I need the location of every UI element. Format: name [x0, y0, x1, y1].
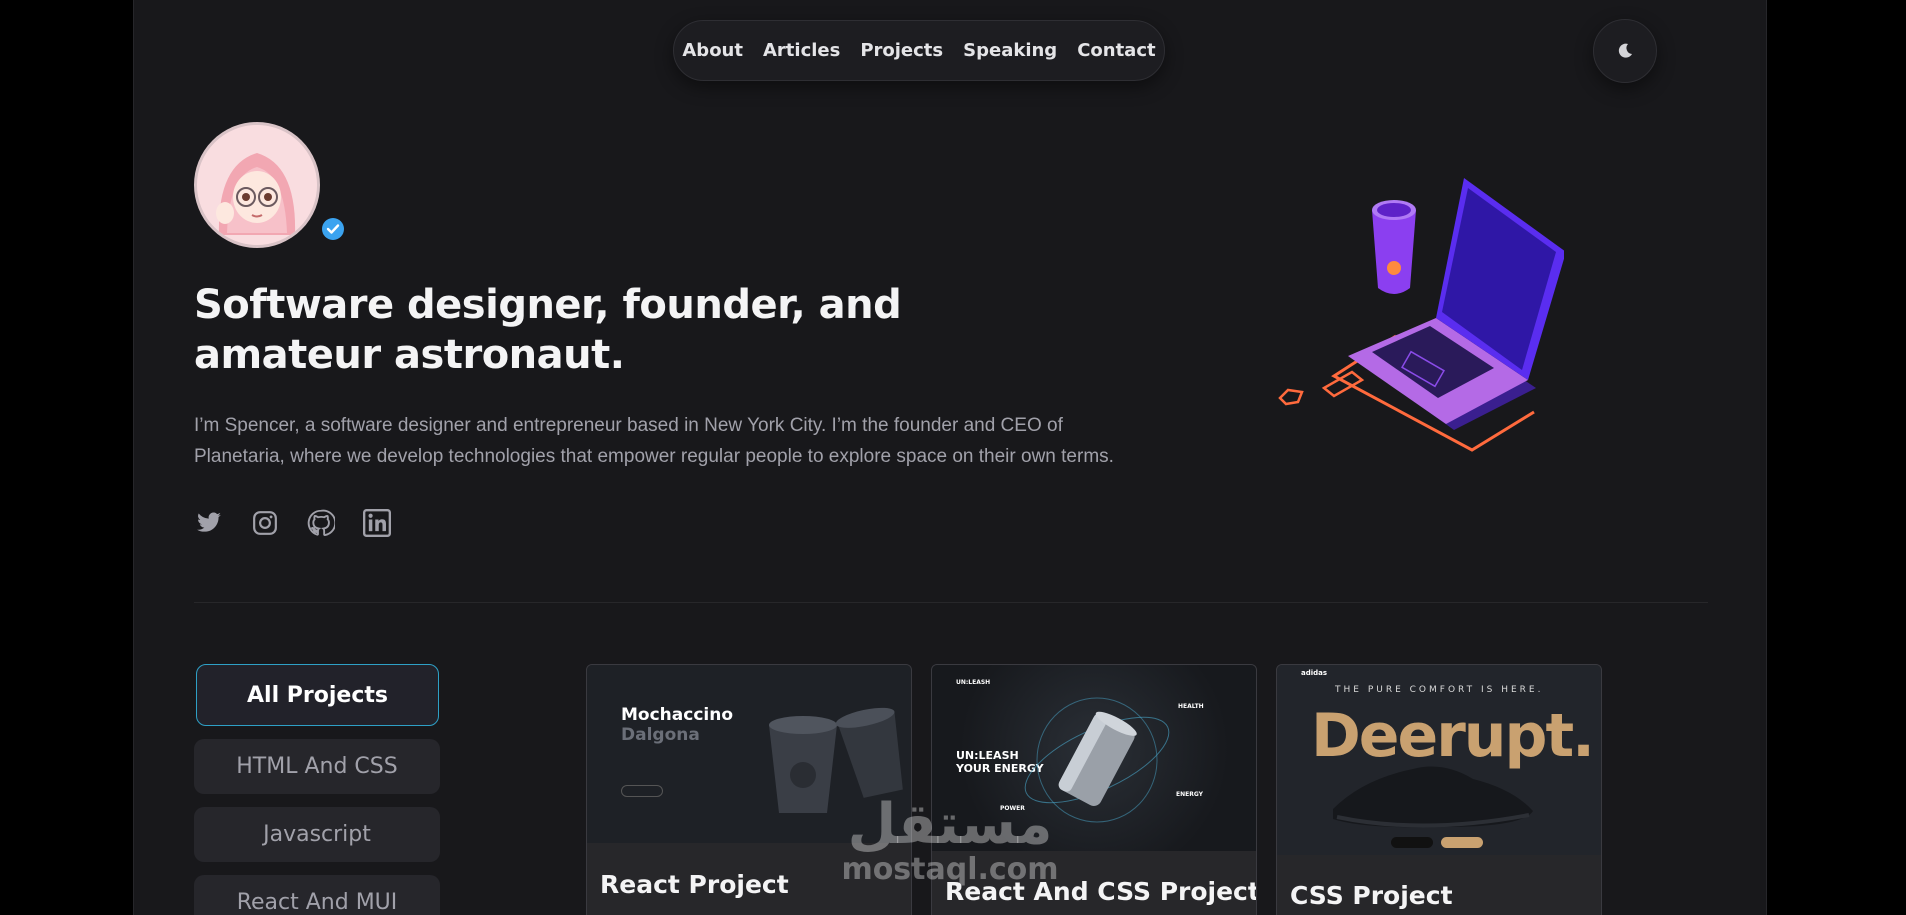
- project-filters: All Projects HTML And CSS Javascript Rea…: [194, 664, 440, 915]
- thumb-brand: adidas: [1301, 669, 1328, 677]
- page-container: About Articles Projects Speaking Contact…: [133, 0, 1767, 915]
- github-icon[interactable]: [306, 508, 336, 538]
- thumb-brand: UN:LEASH: [956, 679, 991, 686]
- hero-headline: Software designer, founder, and amateur …: [194, 282, 902, 378]
- thumb-button-gold: [1441, 837, 1483, 848]
- verified-badge-icon: [322, 218, 344, 240]
- social-links: [194, 508, 392, 538]
- thumb-tagline: THE PURE COMFORT IS HERE.: [1335, 685, 1544, 695]
- thumb-heading-1: Mochaccino: [621, 705, 734, 725]
- linkedin-icon[interactable]: [362, 508, 392, 538]
- nav-contact[interactable]: Contact: [1077, 40, 1155, 61]
- filter-react-mui[interactable]: React And MUI: [194, 875, 440, 915]
- project-card-css[interactable]: adidas THE PURE COMFORT IS HERE. Deerupt…: [1276, 664, 1602, 915]
- filter-all-projects[interactable]: All Projects: [196, 664, 439, 726]
- nav-projects[interactable]: Projects: [860, 40, 943, 61]
- nav-about[interactable]: About: [682, 40, 743, 61]
- main-nav: About Articles Projects Speaking Contact: [673, 20, 1165, 81]
- laptop-illustration: [1278, 178, 1564, 452]
- nav-articles[interactable]: Articles: [763, 40, 840, 61]
- project-title: CSS Project: [1290, 881, 1453, 910]
- avatar: [194, 122, 320, 248]
- coffee-cups-image: [769, 707, 903, 813]
- project-card-react[interactable]: Mochaccino Dalgona React Project: [586, 664, 912, 915]
- energy-can-image: [1024, 697, 1170, 823]
- nav-speaking[interactable]: Speaking: [963, 40, 1057, 61]
- project-title: React Project: [600, 870, 789, 899]
- thumb-cta-pill: [621, 785, 663, 797]
- hero-bio: I’m Spencer, a software designer and ent…: [194, 415, 1114, 467]
- project-thumbnail: UN:LEASH UN:LEASH YOUR ENERGY HEALTH POW…: [932, 665, 1256, 851]
- project-thumbnail: adidas THE PURE COMFORT IS HERE. Deerupt…: [1277, 665, 1601, 855]
- thumb-heading-2: Dalgona: [621, 725, 700, 745]
- moon-icon: [1618, 43, 1632, 58]
- instagram-icon[interactable]: [250, 508, 280, 538]
- section-divider: [194, 602, 1708, 603]
- filter-javascript[interactable]: Javascript: [194, 807, 440, 862]
- thumb-button-dark: [1391, 837, 1433, 848]
- theme-toggle-button[interactable]: [1593, 19, 1657, 83]
- project-thumbnail: Mochaccino Dalgona: [587, 665, 911, 843]
- project-card-react-css[interactable]: UN:LEASH UN:LEASH YOUR ENERGY HEALTH POW…: [931, 664, 1257, 915]
- project-title: React And CSS Project: [945, 877, 1257, 906]
- twitter-icon[interactable]: [194, 508, 224, 538]
- filter-html-css[interactable]: HTML And CSS: [194, 739, 440, 794]
- sneaker-image: [1333, 766, 1533, 828]
